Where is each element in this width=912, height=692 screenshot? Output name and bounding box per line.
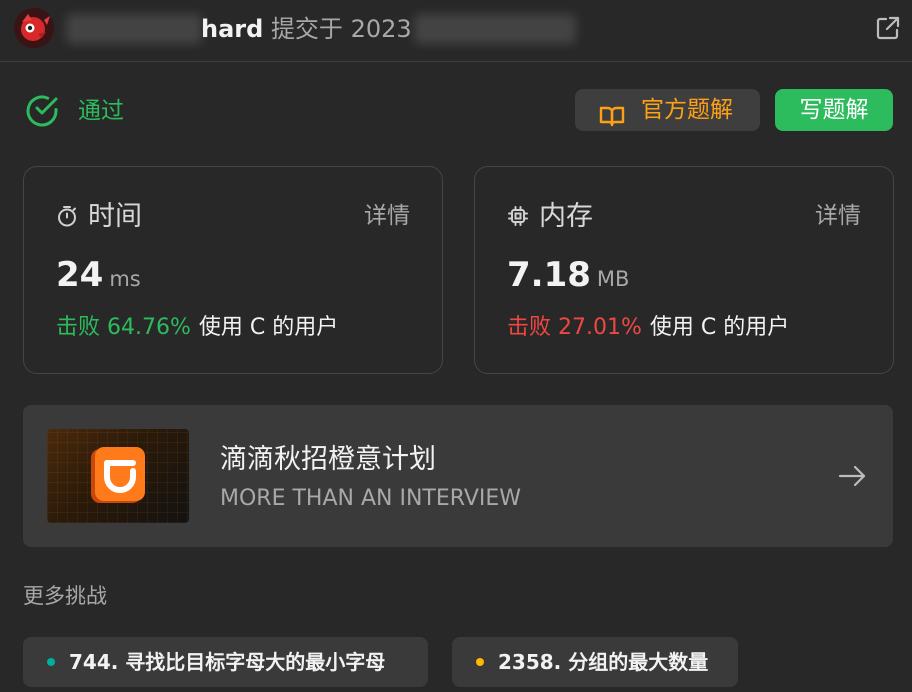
runtime-beats: 击败 64.76% 使用 C 的用户 xyxy=(56,313,338,343)
submission-header: hard 提交于 2023 xyxy=(0,0,912,62)
memory-detail-link[interactable]: 详情 xyxy=(815,201,861,231)
submitted-at-text: 提交于 2023 xyxy=(270,15,412,43)
difficulty-dot xyxy=(476,658,484,666)
challenge-item[interactable]: 744. 寻找比目标字母大的最小字母 xyxy=(23,637,428,687)
runtime-number: 24 xyxy=(56,255,104,295)
runtime-title: 时间 xyxy=(88,201,142,232)
arrow-right-icon[interactable] xyxy=(837,461,867,491)
problem-difficulty-text: hard xyxy=(201,15,264,43)
runtime-unit: ms xyxy=(109,267,141,291)
memory-beats: 击败 27.01% 使用 C 的用户 xyxy=(507,313,789,343)
stopwatch-icon xyxy=(56,205,78,227)
write-solution-button[interactable]: 写题解 xyxy=(775,89,893,131)
book-icon xyxy=(599,99,625,127)
runtime-beats-suffix: 使用 C 的用户 xyxy=(198,315,339,340)
runtime-card[interactable]: 时间 详情 24 ms 击败 64.76% 使用 C 的用户 xyxy=(23,166,443,374)
banner-subtitle: MORE THAN AN INTERVIEW xyxy=(220,486,522,511)
redacted-timestamp xyxy=(414,14,576,44)
didi-logo-icon xyxy=(91,447,147,505)
runtime-detail-link[interactable]: 详情 xyxy=(364,201,410,231)
promo-banner[interactable]: 滴滴秋招橙意计划 MORE THAN AN INTERVIEW xyxy=(23,405,893,547)
difficulty-dot xyxy=(47,658,55,666)
memory-title: 内存 xyxy=(539,201,593,232)
banner-title: 滴滴秋招橙意计划 xyxy=(220,444,436,475)
challenge-title: 744. 寻找比目标字母大的最小字母 xyxy=(69,650,386,674)
memory-card[interactable]: 内存 详情 7.18 MB 击败 27.01% 使用 C 的用户 xyxy=(474,166,894,374)
chip-icon xyxy=(507,205,529,227)
memory-beats-percent: 击败 27.01% xyxy=(507,315,642,340)
memory-value: 7.18 MB xyxy=(507,255,629,295)
more-challenges-heading: 更多挑战 xyxy=(23,584,107,608)
status-label: 通过 xyxy=(78,98,124,124)
official-solution-label: 官方题解 xyxy=(641,97,733,123)
memory-unit: MB xyxy=(596,267,630,291)
avatar[interactable] xyxy=(14,8,54,48)
redacted-username xyxy=(66,14,202,44)
open-external-icon[interactable] xyxy=(874,14,902,42)
challenge-title: 2358. 分组的最大数量 xyxy=(498,650,709,674)
banner-image xyxy=(47,429,189,523)
runtime-beats-percent: 击败 64.76% xyxy=(56,315,191,340)
challenge-item[interactable]: 2358. 分组的最大数量 xyxy=(452,637,738,687)
official-solution-button[interactable]: 官方题解 xyxy=(575,89,760,131)
submission-info: hard 提交于 2023 xyxy=(201,14,412,44)
runtime-value: 24 ms xyxy=(56,255,141,295)
check-circle-icon xyxy=(24,93,60,129)
memory-beats-suffix: 使用 C 的用户 xyxy=(649,315,790,340)
memory-number: 7.18 xyxy=(507,255,591,295)
